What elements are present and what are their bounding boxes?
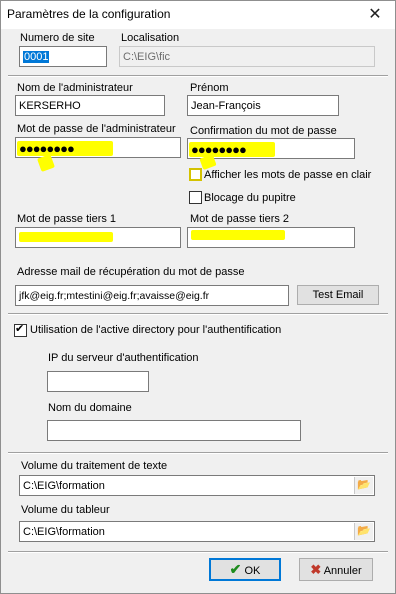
admin-name-label: Nom de l'administrateur <box>17 82 133 94</box>
sheet-volume-label: Volume du tableur <box>21 504 110 516</box>
show-passwords-checkbox[interactable] <box>189 168 202 181</box>
separator <box>8 313 388 315</box>
lock-desk-label: Blocage du pupitre <box>204 192 296 204</box>
cancel-button[interactable]: ✖ Annuler <box>299 558 373 581</box>
ok-check-icon: ✔ <box>229 561 242 577</box>
ok-label: OK <box>244 565 261 577</box>
recovery-email-label: Adresse mail de récupération du mot de p… <box>17 266 245 278</box>
third-password1-label: Mot de passe tiers 1 <box>17 213 117 225</box>
word-volume-value: C:\EIG\formation <box>23 480 105 492</box>
admin-name-field[interactable]: KERSERHO <box>15 95 165 116</box>
config-dialog: Paramètres de la configuration ✕ Numero … <box>0 0 396 594</box>
firstname-label: Prénom <box>190 82 229 94</box>
highlight-mark <box>191 230 285 240</box>
checkmark-icon: ✔ <box>15 323 25 335</box>
third-password2-label: Mot de passe tiers 2 <box>190 213 290 225</box>
separator <box>8 75 388 77</box>
folder-browse-icon[interactable]: 📂 <box>354 477 373 494</box>
close-icon[interactable]: ✕ <box>355 1 395 29</box>
word-volume-label: Volume du traitement de texte <box>21 460 168 472</box>
use-ad-checkbox[interactable]: ✔ <box>14 323 27 337</box>
location-label: Localisation <box>121 32 180 44</box>
server-ip-label: IP du serveur d'authentification <box>48 352 199 364</box>
domain-label: Nom du domaine <box>48 402 132 414</box>
site-number-value: 0001 <box>23 51 50 63</box>
recovery-email-field[interactable]: jfk@eig.fr;mtestini@eig.fr;avaisse@eig.f… <box>15 285 289 306</box>
firstname-field[interactable]: Jean-François <box>187 95 339 116</box>
dialog-title: Paramètres de la configuration <box>7 7 171 21</box>
show-passwords-label: Afficher les mots de passe en clair <box>204 169 372 181</box>
sheet-volume-value: C:\EIG\formation <box>23 526 105 538</box>
word-volume-field[interactable]: C:\EIG\formation 📂 <box>19 475 375 496</box>
sheet-volume-field[interactable]: C:\EIG\formation 📂 <box>19 521 375 542</box>
confirm-password-label: Confirmation du mot de passe <box>190 125 337 137</box>
site-number-field[interactable]: 0001 <box>19 46 107 67</box>
separator <box>8 452 388 454</box>
test-email-button[interactable]: Test Email <box>297 285 379 305</box>
admin-password-value: ●●●●●●●● <box>19 141 75 156</box>
cancel-label: Annuler <box>323 565 362 577</box>
confirm-password-value: ●●●●●●●● <box>191 142 247 157</box>
use-ad-label: Utilisation de l'active directory pour l… <box>30 324 282 336</box>
dialog-body: Numero de site 0001 Localisation C:\EIG\… <box>1 29 395 593</box>
location-field: C:\EIG\fic <box>119 46 375 67</box>
title-bar: Paramètres de la configuration ✕ <box>1 1 395 29</box>
server-ip-field[interactable] <box>47 371 149 392</box>
highlight-mark <box>19 232 113 242</box>
cancel-x-icon: ✖ <box>310 562 322 577</box>
folder-browse-icon[interactable]: 📂 <box>354 523 373 540</box>
separator <box>8 551 388 553</box>
ok-button[interactable]: ✔ OK <box>209 558 281 581</box>
admin-password-label: Mot de passe de l'administrateur <box>17 123 176 135</box>
domain-field[interactable] <box>47 420 301 441</box>
site-number-label: Numero de site <box>20 32 95 44</box>
lock-desk-checkbox[interactable] <box>189 191 202 204</box>
